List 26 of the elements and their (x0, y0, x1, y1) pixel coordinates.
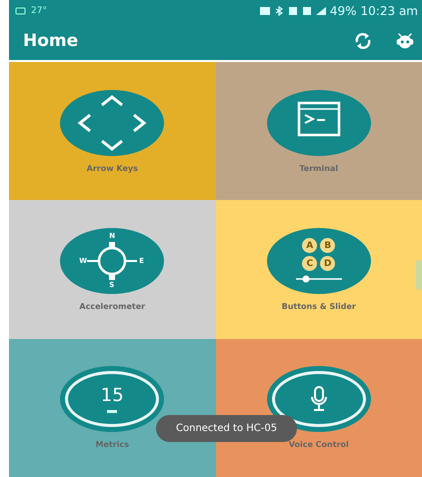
feature-tile[interactable]: A B C D Buttons & Slider (216, 200, 422, 339)
letter-button-icon: D (320, 256, 336, 272)
tile-label: Terminal (299, 164, 338, 173)
robot-icon[interactable] (394, 31, 416, 51)
temperature-text: 27° (31, 6, 47, 16)
tile-label: Arrow Keys (86, 164, 138, 173)
toast-message: Connected to HC-05 (156, 415, 298, 442)
slider-icon (294, 275, 344, 284)
letter-button-icon: C (302, 256, 318, 272)
battery-text: 49% (330, 4, 357, 18)
metric-value: 15 (100, 385, 124, 406)
app-title: Home (23, 31, 80, 51)
tile-label: Accelerometer (79, 302, 146, 311)
bluetooth-icon (274, 6, 284, 16)
feature-tile[interactable]: Arrow Keys (9, 62, 216, 200)
feature-tile[interactable]: Terminal (216, 62, 422, 200)
tile-label: Buttons & Slider (282, 302, 356, 311)
tile-label: Voice Control (288, 440, 349, 450)
microphone-icon (308, 385, 329, 414)
clock-text: 10:23 am (360, 4, 418, 18)
side-handle[interactable] (416, 260, 422, 290)
tile-label: Metrics (96, 440, 129, 450)
signal-icon (316, 6, 326, 16)
minus-icon (107, 410, 118, 414)
letter-button-icon: B (320, 238, 336, 254)
letter-button-icon: A (302, 238, 318, 254)
